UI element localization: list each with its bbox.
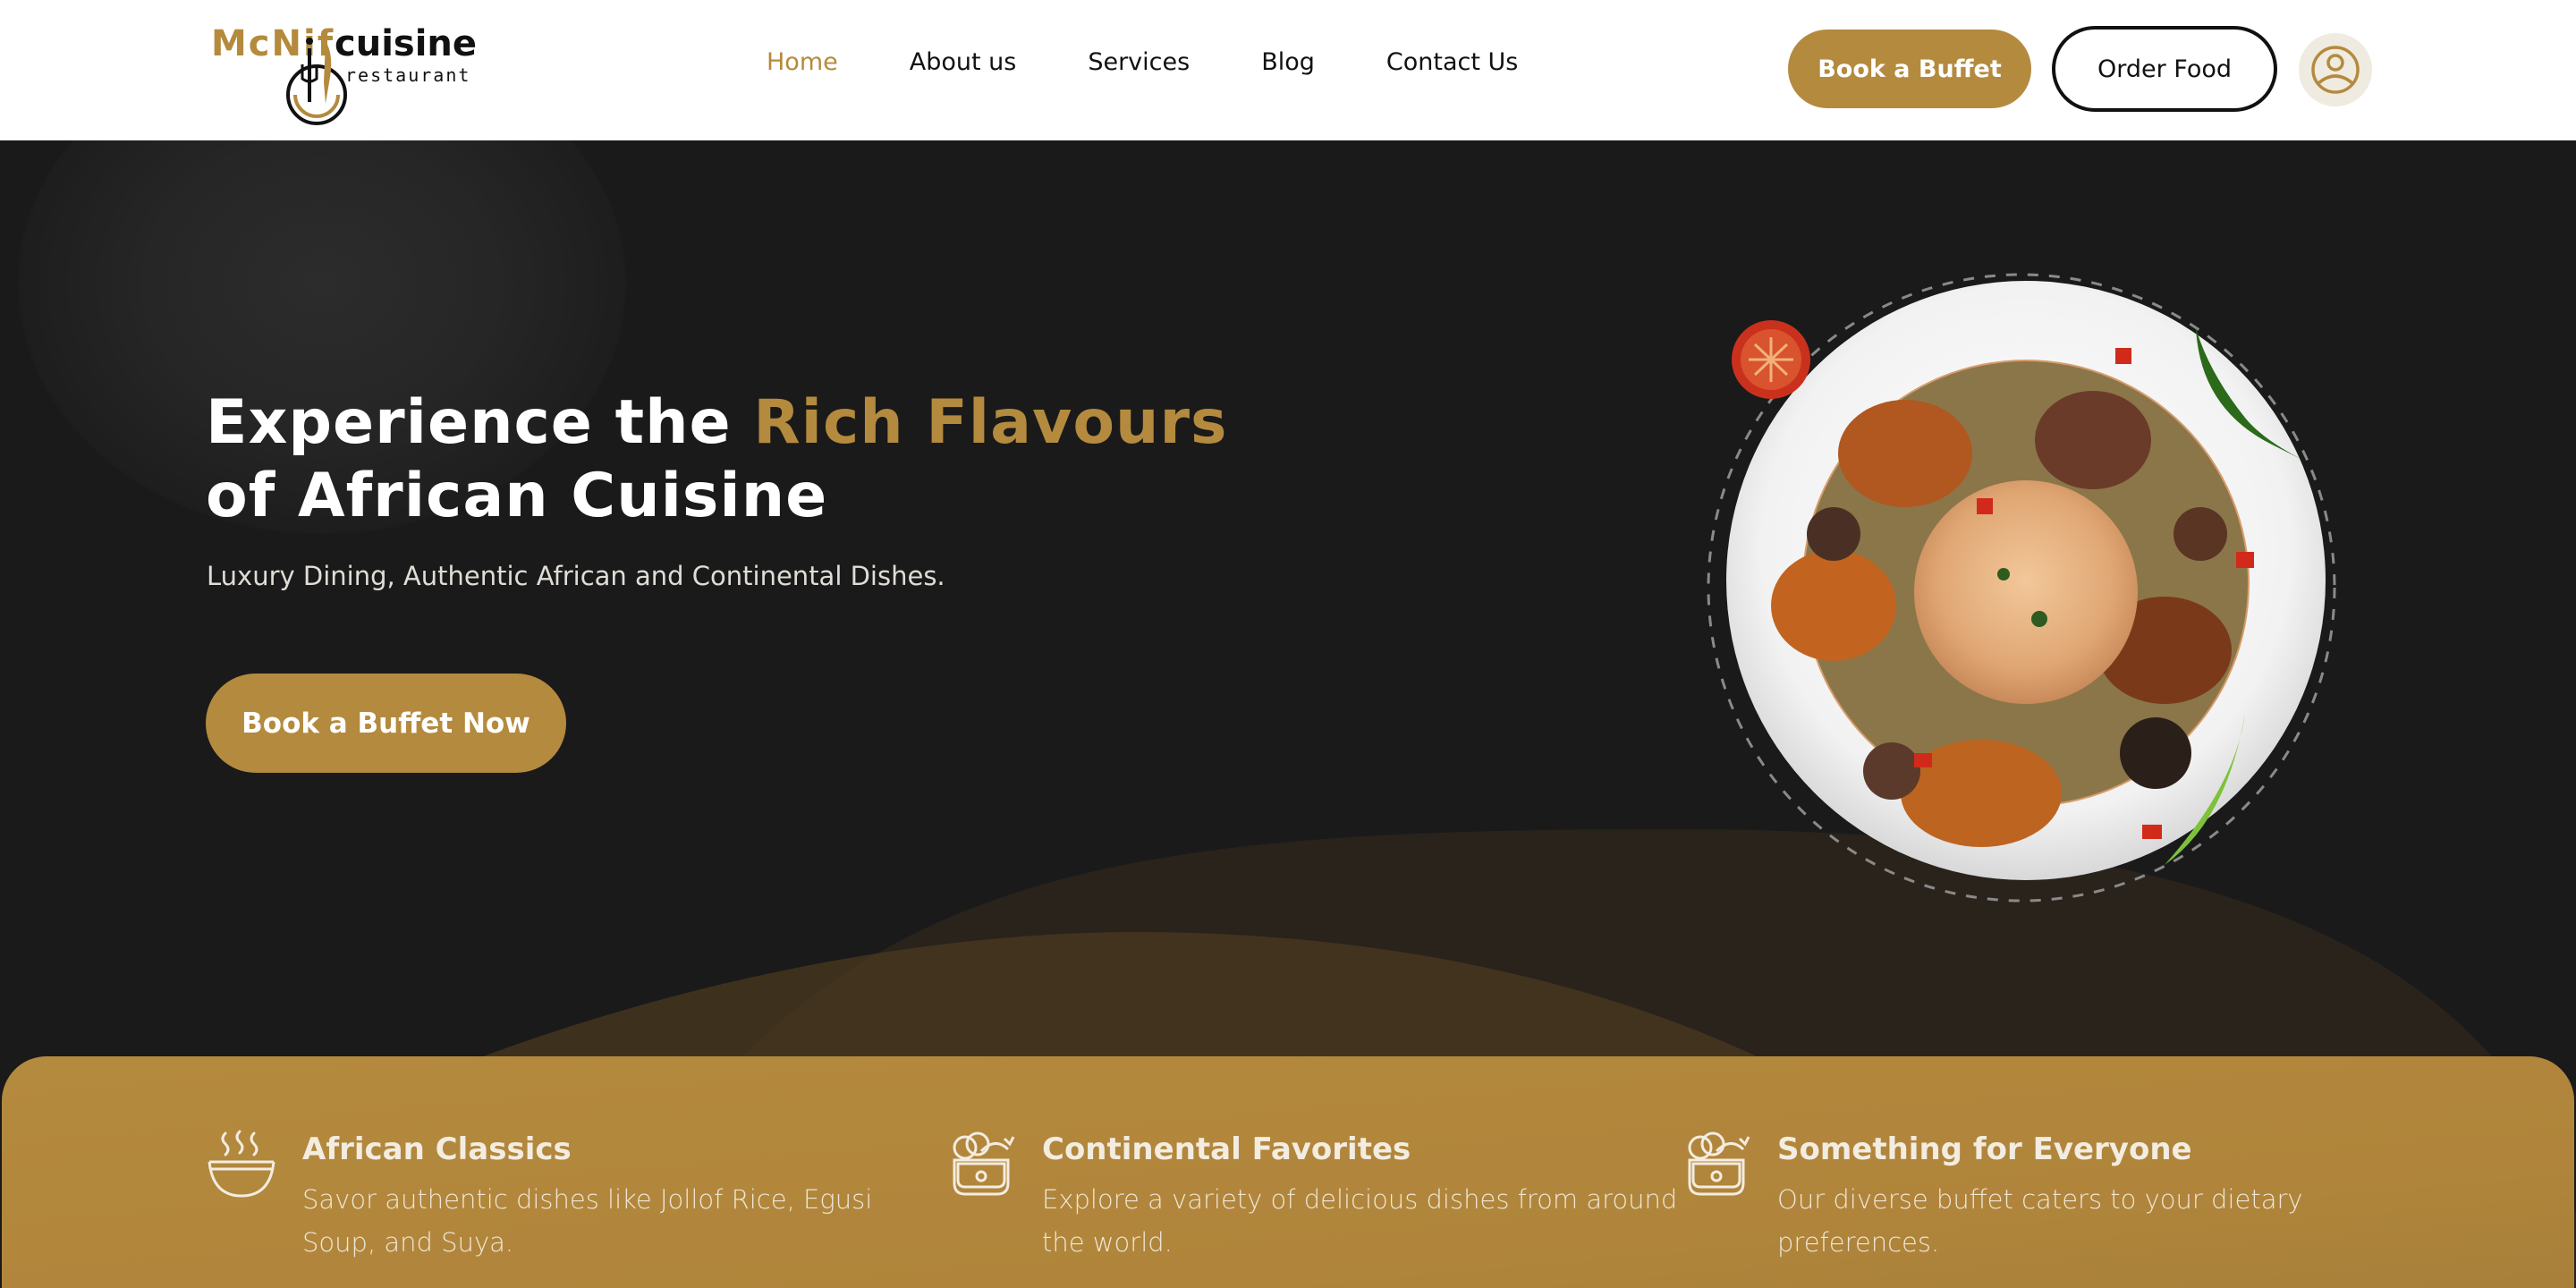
brand-logo[interactable]: McNif cuisine restaurant bbox=[209, 20, 477, 125]
headline-text-end: of African Cuisine bbox=[206, 461, 828, 531]
steaming-bowl-icon bbox=[208, 1130, 275, 1198]
hero-section: Experience the Rich Flavours of African … bbox=[0, 140, 2576, 1288]
hero-subheadline: Luxury Dining, Authentic African and Con… bbox=[207, 561, 945, 591]
feature-title: Something for Everyone bbox=[1777, 1131, 2192, 1167]
tomato-slice-garnish bbox=[1732, 320, 1810, 399]
site-header: McNif cuisine restaurant Home About us S… bbox=[0, 0, 2576, 140]
feature-title: Continental Favorites bbox=[1042, 1131, 1411, 1167]
book-buffet-button[interactable]: Book a Buffet bbox=[1788, 30, 2031, 108]
features-bar: African Classics Savor authentic dishes … bbox=[2, 1056, 2574, 1288]
nav-about-us[interactable]: About us bbox=[910, 48, 1017, 76]
brand-name-part2: cuisine bbox=[335, 23, 478, 64]
main-nav: Home About us Services Blog Contact Us bbox=[767, 48, 1518, 76]
account-button[interactable] bbox=[2299, 33, 2372, 106]
book-buffet-now-button[interactable]: Book a Buffet Now bbox=[206, 674, 566, 773]
food-basket-icon bbox=[953, 1131, 1015, 1196]
feature-description: Savor authentic dishes like Jollof Rice,… bbox=[302, 1184, 873, 1258]
nav-services[interactable]: Services bbox=[1088, 48, 1190, 76]
nav-blog[interactable]: Blog bbox=[1261, 48, 1315, 76]
feature-description: Our diverse buffet caters to your dietar… bbox=[1777, 1184, 2303, 1258]
nav-contact-us[interactable]: Contact Us bbox=[1386, 48, 1518, 76]
feature-title: African Classics bbox=[302, 1131, 572, 1167]
user-circle-icon bbox=[2311, 46, 2360, 94]
order-food-button[interactable]: Order Food bbox=[2052, 26, 2277, 112]
nav-home[interactable]: Home bbox=[767, 48, 838, 76]
brand-tagline: restaurant bbox=[345, 64, 471, 86]
headline-text: Experience the bbox=[206, 387, 754, 458]
headline-accent: Rich Flavours bbox=[753, 387, 1228, 458]
hero-dish-image bbox=[1707, 273, 2336, 902]
feature-description: Explore a variety of delicious dishes fr… bbox=[1042, 1184, 1678, 1258]
food-basket-icon bbox=[1688, 1131, 1750, 1196]
hero-headline: Experience the Rich Flavours of African … bbox=[206, 386, 1279, 533]
